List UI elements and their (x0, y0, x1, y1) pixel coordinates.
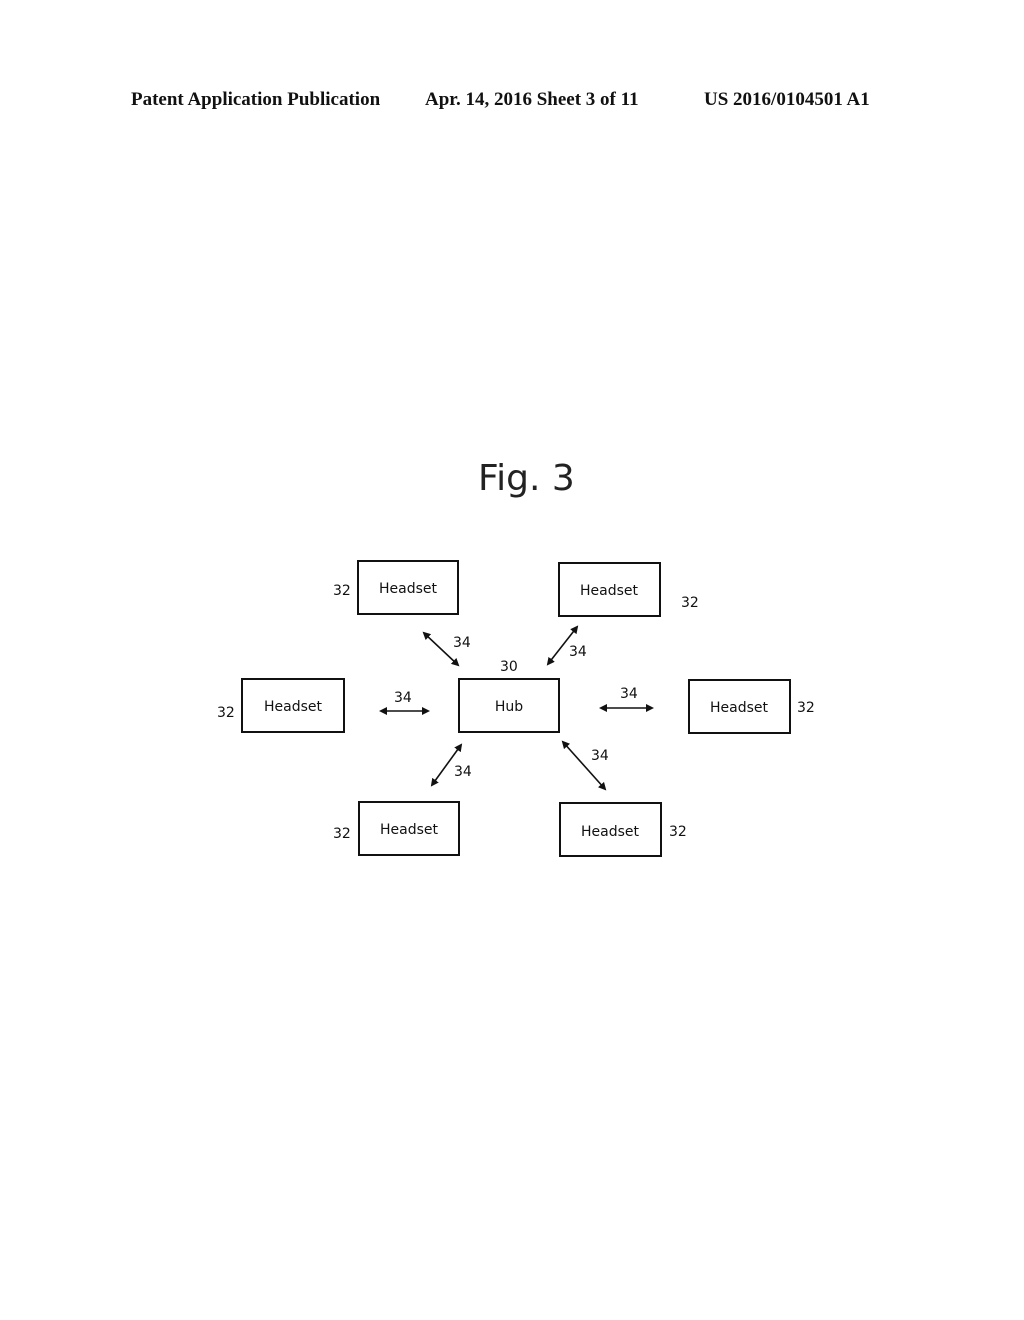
headset-node: Headset 32 (559, 802, 687, 857)
headset-node: Headset 32 (217, 678, 345, 733)
link-ref: 34 (454, 764, 472, 780)
link-ref: 34 (569, 644, 587, 660)
headset-ref: 32 (669, 824, 687, 840)
headset-ref: 32 (333, 583, 351, 599)
link-ref: 34 (620, 686, 638, 702)
headset-node: Headset 32 (688, 679, 815, 734)
headset-label: Headset (264, 699, 323, 715)
headset-label: Headset (710, 700, 769, 716)
figure-diagram: Fig. 3 Hub 30 Headset 32 Headset 32 Head… (217, 458, 815, 857)
hub-ref: 30 (500, 659, 518, 675)
headset-node: Headset 32 (333, 801, 460, 856)
headset-label: Headset (380, 822, 439, 838)
headset-label: Headset (379, 581, 438, 597)
headset-ref: 32 (333, 826, 351, 842)
headset-node: Headset 32 (333, 560, 459, 615)
hub-node: Hub 30 (458, 659, 560, 733)
headset-label: Headset (580, 583, 639, 599)
link-ref: 34 (453, 635, 471, 651)
headset-node: Headset 32 (558, 562, 699, 617)
headset-ref: 32 (797, 700, 815, 716)
headset-label: Headset (581, 824, 640, 840)
headset-ref: 32 (681, 595, 699, 611)
link-ref: 34 (394, 690, 412, 706)
headset-ref: 32 (217, 705, 235, 721)
hub-label: Hub (495, 699, 523, 715)
link-ref: 34 (591, 748, 609, 764)
figure-title: Fig. 3 (478, 458, 575, 499)
